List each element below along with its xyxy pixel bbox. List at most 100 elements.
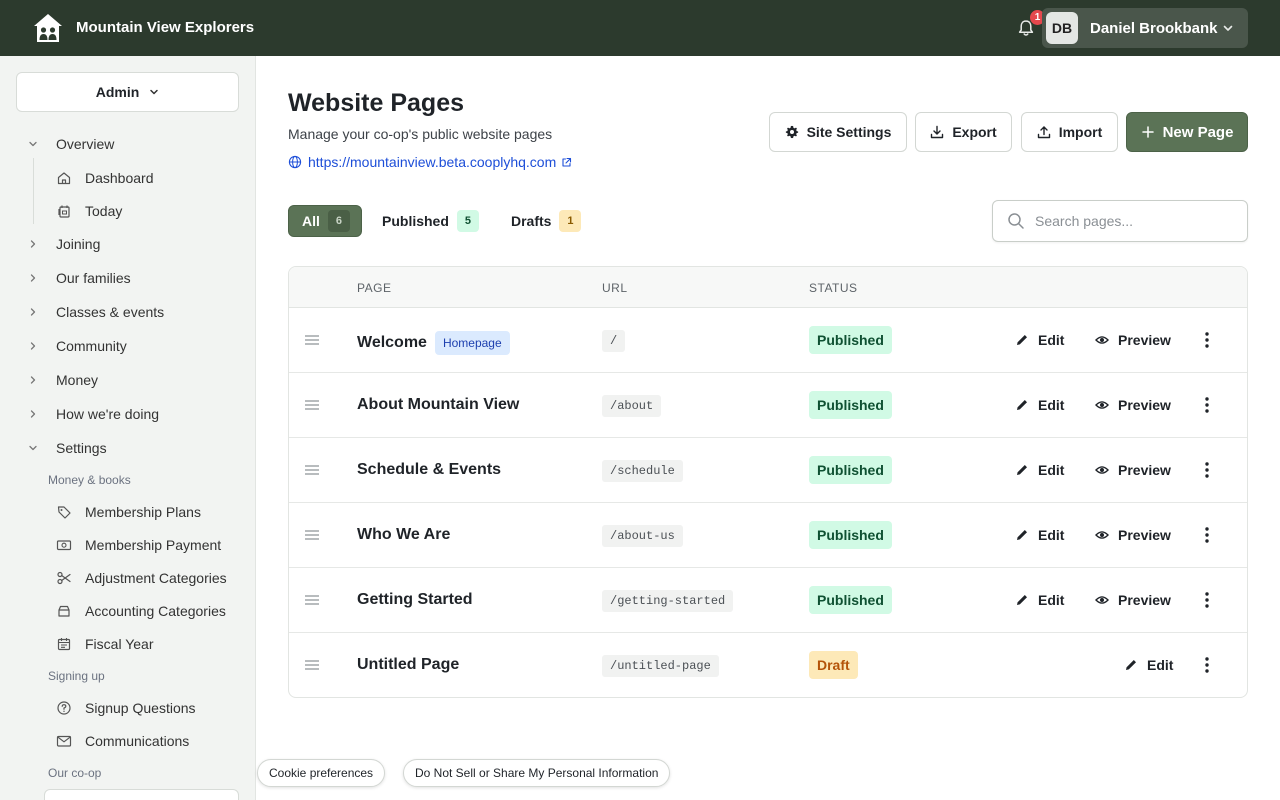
chevron-right-icon xyxy=(30,376,36,384)
sidebar-item-signup-questions[interactable]: Signup Questions xyxy=(56,696,196,720)
more-vertical-icon[interactable] xyxy=(1199,395,1215,415)
drag-handle-icon[interactable] xyxy=(304,529,320,541)
nav-tree-line xyxy=(33,158,34,224)
more-vertical-icon[interactable] xyxy=(1199,460,1215,480)
drag-handle-icon[interactable] xyxy=(304,464,320,476)
sidebar-group-label: Our families xyxy=(56,270,131,286)
role-select[interactable]: Admin xyxy=(16,72,239,112)
preview-button[interactable]: Preview xyxy=(1095,590,1171,610)
tab-count-badge: 6 xyxy=(327,210,350,232)
search-box[interactable] xyxy=(992,200,1248,242)
sidebar-item-communications[interactable]: Communications xyxy=(56,729,189,753)
table-row[interactable]: Untitled Page /untitled-page Draft Edit xyxy=(289,633,1247,697)
eye-icon xyxy=(1095,401,1109,409)
page-name[interactable]: Who We Are xyxy=(357,526,450,544)
edit-button[interactable]: Edit xyxy=(1015,590,1064,610)
mail-icon xyxy=(56,735,72,747)
eye-icon xyxy=(1095,466,1109,474)
search-input[interactable] xyxy=(1035,213,1225,229)
more-vertical-icon[interactable] xyxy=(1199,590,1215,610)
page-name-text: Getting Started xyxy=(357,591,473,608)
tab-all[interactable]: All 6 xyxy=(288,205,362,237)
preview-button[interactable]: Preview xyxy=(1095,525,1171,545)
page-name[interactable]: Welcome Homepage xyxy=(357,331,510,355)
table-row[interactable]: Welcome Homepage / Published Edit Previe… xyxy=(289,308,1247,373)
edit-button[interactable]: Edit xyxy=(1015,460,1064,480)
sidebar-section-money-books: Money & books xyxy=(48,473,131,487)
download-icon xyxy=(931,125,944,139)
more-vertical-icon[interactable] xyxy=(1199,655,1215,675)
tab-drafts[interactable]: Drafts 1 xyxy=(511,205,582,237)
edit-label: Edit xyxy=(1038,462,1065,478)
site-url-text: https://mountainview.beta.cooplyhq.com xyxy=(308,154,557,170)
edit-label: Edit xyxy=(1038,527,1065,543)
calendar-day-icon xyxy=(58,205,70,218)
homepage-badge: Homepage xyxy=(434,331,510,355)
tag-icon xyxy=(57,506,71,519)
sidebar-group-community[interactable]: Community xyxy=(28,334,127,358)
import-button[interactable]: Import xyxy=(1021,112,1118,152)
cookie-preferences-button[interactable]: Cookie preferences xyxy=(257,759,386,787)
do-not-sell-button[interactable]: Do Not Sell or Share My Personal Informa… xyxy=(403,759,671,787)
user-menu-button[interactable]: DB Daniel Brookbank xyxy=(1042,8,1248,48)
sidebar-section-signing-up: Signing up xyxy=(48,669,105,683)
sidebar-item-label: Signup Questions xyxy=(85,700,196,716)
site-settings-button[interactable]: Site Settings xyxy=(769,112,907,152)
preview-label: Preview xyxy=(1118,592,1171,608)
sidebar-item-dashboard[interactable]: Dashboard xyxy=(56,166,154,190)
sidebar-item-fiscal-year[interactable]: Fiscal Year xyxy=(56,632,153,656)
pencil-icon xyxy=(1017,335,1027,345)
preview-button[interactable]: Preview xyxy=(1095,460,1171,480)
new-page-button[interactable]: New Page xyxy=(1126,112,1248,152)
sidebar-group-money[interactable]: Money xyxy=(28,368,98,392)
edit-button[interactable]: Edit xyxy=(1015,525,1064,545)
sidebar-group-joining[interactable]: Joining xyxy=(28,232,100,256)
column-header-url: URL xyxy=(602,281,628,295)
drag-handle-icon[interactable] xyxy=(304,659,320,671)
more-vertical-icon[interactable] xyxy=(1199,330,1215,350)
page-name[interactable]: Schedule & Events xyxy=(357,461,501,479)
sidebar-item-today[interactable]: Today xyxy=(56,199,122,223)
sidebar-item-membership-payment[interactable]: Membership Payment xyxy=(56,533,221,557)
sidebar-item-label: Adjustment Categories xyxy=(85,570,227,586)
edit-button[interactable]: Edit xyxy=(1124,655,1173,675)
table-row[interactable]: Schedule & Events /schedule Published Ed… xyxy=(289,438,1247,503)
preview-button[interactable]: Preview xyxy=(1095,395,1171,415)
site-url-link[interactable]: https://mountainview.beta.cooplyhq.com xyxy=(288,154,572,170)
org-name[interactable]: Mountain View Explorers xyxy=(76,19,254,36)
sidebar-group-classes-events[interactable]: Classes & events xyxy=(28,300,164,324)
sidebar-item-membership-plans[interactable]: Membership Plans xyxy=(56,500,201,524)
import-label: Import xyxy=(1058,124,1103,140)
sidebar-item-label: Fiscal Year xyxy=(85,636,154,652)
table-row[interactable]: Getting Started /getting-started Publish… xyxy=(289,568,1247,633)
table-row[interactable]: Who We Are /about-us Published Edit Prev… xyxy=(289,503,1247,568)
more-vertical-icon[interactable] xyxy=(1199,525,1215,545)
chevron-right-icon xyxy=(30,342,36,350)
page-name-text: Untitled Page xyxy=(357,656,460,673)
edit-button[interactable]: Edit xyxy=(1015,330,1064,350)
pencil-icon xyxy=(1017,595,1027,605)
drag-handle-icon[interactable] xyxy=(304,594,320,606)
sidebar-group-overview[interactable]: Overview xyxy=(28,132,114,156)
sidebar-group-label: Community xyxy=(56,338,127,354)
page-url: /about-us xyxy=(602,525,683,547)
sidebar-group-label: How we're doing xyxy=(56,406,160,422)
sidebar-item-adjustment-categories[interactable]: Adjustment Categories xyxy=(56,566,227,590)
tab-published[interactable]: Published 5 xyxy=(382,205,479,237)
page-name[interactable]: About Mountain View xyxy=(357,396,519,414)
preview-button[interactable]: Preview xyxy=(1095,330,1171,350)
sidebar-group-how-were-doing[interactable]: How we're doing xyxy=(28,402,159,426)
sidebar-item-active-partial[interactable] xyxy=(44,789,239,800)
table-row[interactable]: About Mountain View /about Published Edi… xyxy=(289,373,1247,438)
page-name[interactable]: Untitled Page xyxy=(357,656,459,674)
edit-label: Edit xyxy=(1038,397,1065,413)
page-name[interactable]: Getting Started xyxy=(357,591,473,609)
drag-handle-icon[interactable] xyxy=(304,334,320,346)
export-button[interactable]: Export xyxy=(915,112,1012,152)
sidebar-group-settings[interactable]: Settings xyxy=(28,436,107,460)
sidebar-item-accounting-categories[interactable]: Accounting Categories xyxy=(56,599,226,623)
edit-button[interactable]: Edit xyxy=(1015,395,1064,415)
sidebar-group-our-families[interactable]: Our families xyxy=(28,266,131,290)
drag-handle-icon[interactable] xyxy=(304,399,320,411)
home-logo-icon[interactable] xyxy=(31,11,65,45)
